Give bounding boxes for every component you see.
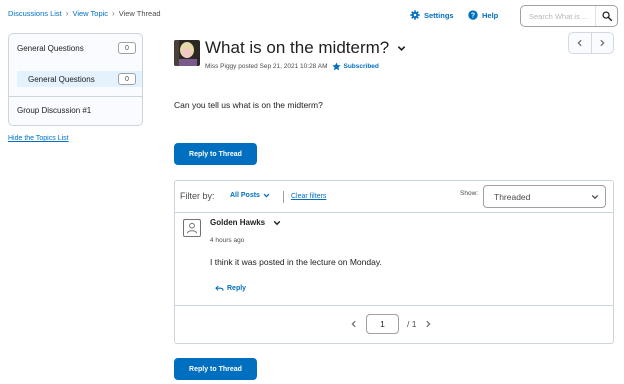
search-icon: [601, 11, 612, 21]
user-avatar-icon: [183, 219, 201, 237]
filter-bar: Filter by: All Posts Clear filters Show:…: [175, 181, 613, 213]
breadcrumb-view-topic[interactable]: View Topic: [72, 9, 108, 18]
breadcrumb-current: View Thread: [118, 9, 161, 18]
posts-panel: Filter by: All Posts Clear filters Show:…: [174, 180, 614, 344]
next-thread-button[interactable]: [590, 33, 614, 53]
chevron-down-icon[interactable]: [273, 219, 281, 227]
divider: [9, 96, 142, 97]
post-author-name: Golden Hawks: [210, 218, 266, 227]
reply-label: Reply: [227, 285, 247, 292]
reply-icon: [215, 285, 224, 291]
all-posts-dropdown[interactable]: All Posts: [230, 192, 270, 199]
reply-to-thread-button[interactable]: Reply to Thread: [174, 143, 257, 165]
clear-filters-link[interactable]: Clear filters: [291, 193, 326, 200]
sidebar-item-label: General Questions: [28, 74, 95, 84]
page-number-input[interactable]: 1: [366, 314, 399, 334]
all-posts-label: All Posts: [230, 192, 260, 199]
search-field[interactable]: Search What is ...: [520, 5, 618, 27]
breadcrumb: Discussions List › View Topic › View Thr…: [8, 9, 161, 18]
post-info: Miss Piggy posted Sep 21, 2021 10:28 AM: [205, 63, 328, 70]
subscribed-toggle[interactable]: Subscribed: [331, 62, 379, 71]
previous-thread-button[interactable]: [569, 33, 591, 53]
chevron-left-icon[interactable]: [350, 320, 358, 328]
post-timestamp: 4 hours ago: [210, 237, 245, 244]
show-label: Show:: [460, 190, 479, 197]
view-mode-select[interactable]: Threaded: [483, 185, 606, 208]
subscribed-label: Subscribed: [343, 63, 379, 70]
svg-text:?: ?: [471, 13, 475, 20]
chevron-right-icon: ›: [65, 9, 69, 18]
chevron-right-icon: ›: [112, 9, 115, 18]
thread-navigation: [568, 32, 614, 54]
help-label: Help: [482, 10, 499, 20]
view-mode-value: Threaded: [494, 191, 531, 202]
gear-icon: [410, 10, 420, 20]
reply-to-thread-button-bottom[interactable]: Reply to Thread: [174, 358, 257, 380]
sidebar-item-label: General Questions: [17, 43, 84, 53]
hide-topics-link[interactable]: Hide the Topics List: [8, 135, 69, 142]
unread-count-badge: 0: [118, 42, 136, 54]
chevron-down-icon[interactable]: [397, 44, 406, 53]
thread-title: What is on the midterm?: [205, 38, 406, 58]
pagination: 1 / 1: [350, 314, 432, 334]
post-author: Golden Hawks: [210, 218, 281, 227]
chevron-right-icon[interactable]: [424, 320, 432, 328]
thread-body: Can you tell us what is on the midterm?: [174, 100, 323, 110]
avatar: [174, 40, 200, 66]
chevron-right-icon: [600, 39, 605, 47]
help-icon: ?: [468, 10, 478, 20]
chevron-left-icon: [577, 39, 582, 47]
sidebar-item-label: Group Discussion #1: [17, 105, 92, 115]
breadcrumb-discussions-list[interactable]: Discussions List: [8, 9, 62, 18]
search-input[interactable]: Search What is ...: [529, 12, 595, 21]
sidebar-item-group-discussion[interactable]: Group Discussion #1: [9, 101, 142, 119]
star-icon: [331, 62, 341, 71]
divider: [175, 305, 613, 306]
post-body: I think it was posted in the lecture on …: [210, 257, 382, 267]
settings-button[interactable]: Settings: [410, 10, 454, 20]
page-total: / 1: [407, 319, 417, 329]
chevron-down-icon: [591, 194, 599, 199]
help-button[interactable]: ? Help: [468, 10, 498, 20]
thread-meta: Miss Piggy posted Sep 21, 2021 10:28 AM …: [205, 62, 379, 71]
post-reply-button[interactable]: Reply: [215, 285, 246, 292]
thread-title-text: What is on the midterm?: [205, 38, 390, 57]
sidebar-item-general-questions-selected[interactable]: General Questions 0: [17, 71, 142, 87]
unread-count-badge: 0: [118, 73, 136, 85]
divider: [283, 191, 284, 203]
filter-by-label: Filter by:: [180, 191, 215, 201]
sidebar-item-general-questions[interactable]: General Questions 0: [9, 39, 142, 57]
search-button[interactable]: [595, 6, 617, 26]
topics-list: General Questions 0 General Questions 0 …: [8, 33, 143, 126]
settings-label: Settings: [424, 10, 454, 20]
chevron-down-icon: [263, 193, 270, 198]
